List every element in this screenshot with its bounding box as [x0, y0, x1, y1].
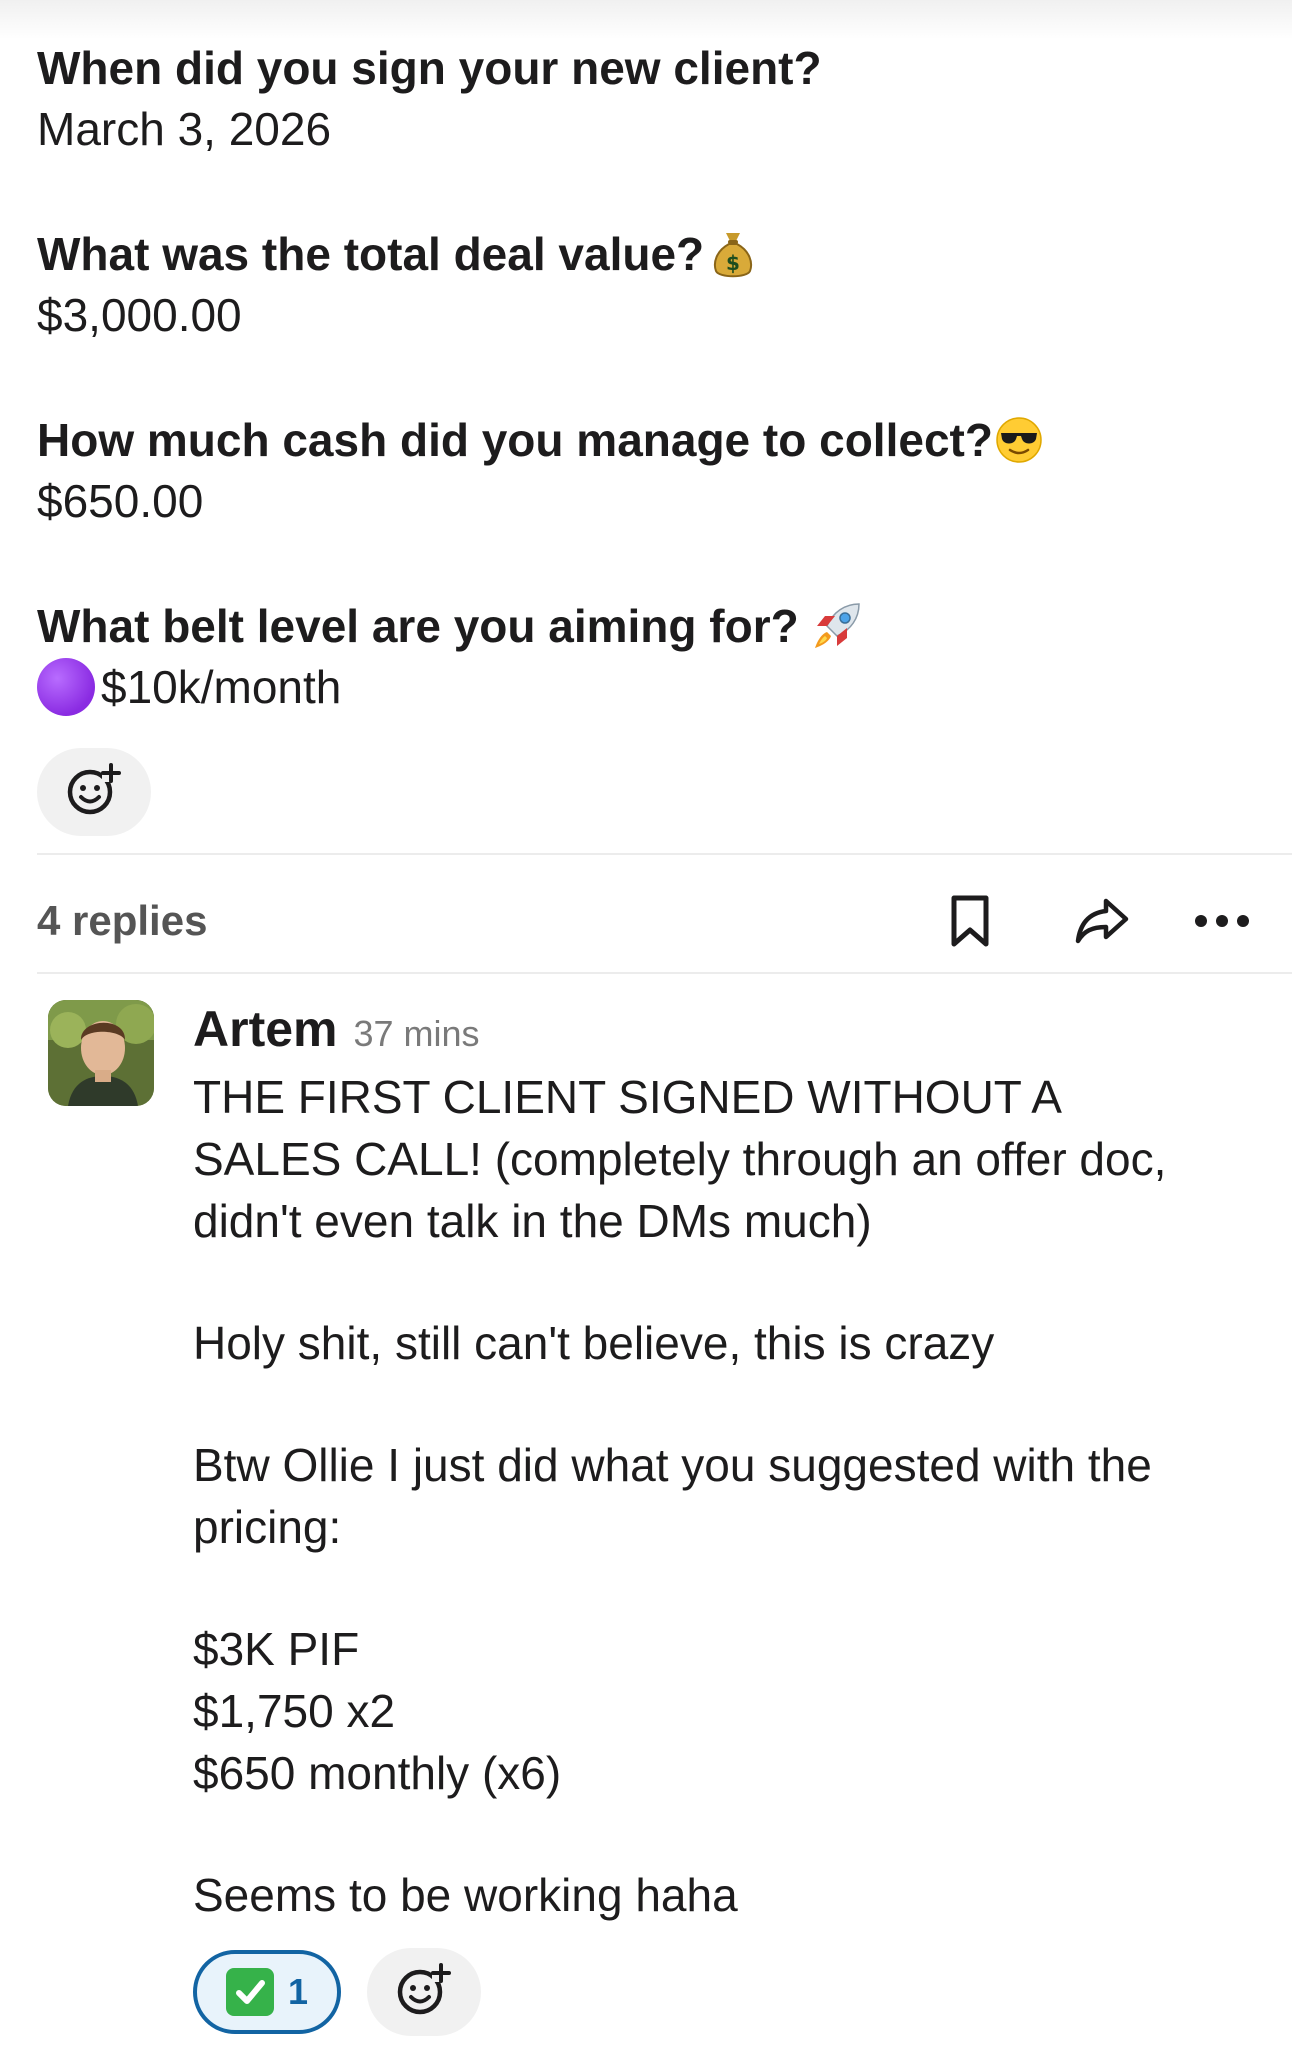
message-line: Seems to be working haha: [193, 1869, 738, 1921]
form-answer: $10k/month: [37, 656, 1257, 718]
form-question: How much cash did you manage to collect?: [37, 410, 1257, 470]
form-question: When did you sign your new client?: [37, 38, 1257, 98]
form-item: What was the total deal value? $ $3,000.…: [37, 224, 1257, 346]
message-line: $650 monthly (x6): [193, 1747, 562, 1799]
reaction-check-mark[interactable]: 1: [193, 1950, 341, 2034]
question-text: What belt level are you aiming for?: [37, 600, 799, 652]
question-text: How much cash did you manage to collect?: [37, 414, 993, 466]
message-line: SALES CALL! (completely through an offer…: [193, 1133, 1167, 1185]
answer-text: $3,000.00: [37, 289, 242, 341]
question-text: When did you sign your new client?: [37, 42, 822, 94]
rocket-icon: [811, 600, 863, 652]
answer-text: $650.00: [37, 475, 204, 527]
form-answer: $3,000.00: [37, 284, 1257, 346]
answer-text: March 3, 2026: [37, 103, 332, 155]
form-question: What belt level are you aiming for?: [37, 596, 1257, 656]
replies-count[interactable]: 4 replies: [37, 897, 207, 945]
add-reaction-button[interactable]: [367, 1948, 481, 2036]
form-question: What was the total deal value? $: [37, 224, 1257, 284]
money-bag-icon: $: [712, 229, 754, 279]
top-shadow: [0, 0, 1292, 40]
emoji-add-icon: [66, 762, 122, 823]
question-text: What was the total deal value?: [37, 228, 705, 280]
emoji-add-icon: [396, 1962, 452, 2023]
message-header: Artem 37 mins: [193, 1000, 1273, 1066]
form-answer: March 3, 2026: [37, 98, 1257, 160]
share-icon[interactable]: [1067, 886, 1137, 956]
more-icon[interactable]: [1187, 886, 1257, 956]
add-reaction-button[interactable]: [37, 748, 151, 836]
author-name[interactable]: Artem: [193, 1000, 337, 1058]
message-line: Btw Ollie I just did what you suggested …: [193, 1439, 1152, 1491]
svg-text:$: $: [726, 251, 740, 275]
form-answer: $650.00: [37, 470, 1257, 532]
purple-circle-icon: [37, 658, 95, 716]
thread-actions-bar: 4 replies: [37, 880, 1257, 962]
message-text: THE FIRST CLIENT SIGNED WITHOUT A SALES …: [193, 1066, 1273, 1926]
reactions-row: 1: [193, 1948, 1273, 2036]
bookmark-icon[interactable]: [935, 886, 1005, 956]
reaction-count: 1: [287, 1971, 309, 2012]
message-line: Holy shit, still can't believe, this is …: [193, 1317, 995, 1369]
divider: [37, 853, 1292, 855]
divider: [37, 972, 1292, 974]
form-item: What belt level are you aiming for? $10k…: [37, 596, 1257, 718]
message-line: $3K PIF: [193, 1623, 360, 1675]
sunglasses-face-icon: [995, 416, 1043, 464]
form-item: How much cash did you manage to collect?…: [37, 410, 1257, 532]
message-line: $1,750 x2: [193, 1685, 396, 1737]
avatar[interactable]: [48, 1000, 154, 1106]
timestamp[interactable]: 37 mins: [353, 1013, 479, 1055]
check-mark-button-icon: [225, 1968, 274, 2016]
message-body: Artem 37 mins THE FIRST CLIENT SIGNED WI…: [193, 1000, 1273, 2036]
form-item: When did you sign your new client? March…: [37, 38, 1257, 160]
message-line: pricing:: [193, 1501, 342, 1553]
form-response: When did you sign your new client? March…: [37, 38, 1257, 836]
message-line: didn't even talk in the DMs much): [193, 1195, 872, 1247]
message-line: THE FIRST CLIENT SIGNED WITHOUT A: [193, 1071, 1062, 1123]
thread-actions: [873, 880, 1257, 962]
answer-text: $10k/month: [101, 661, 342, 713]
